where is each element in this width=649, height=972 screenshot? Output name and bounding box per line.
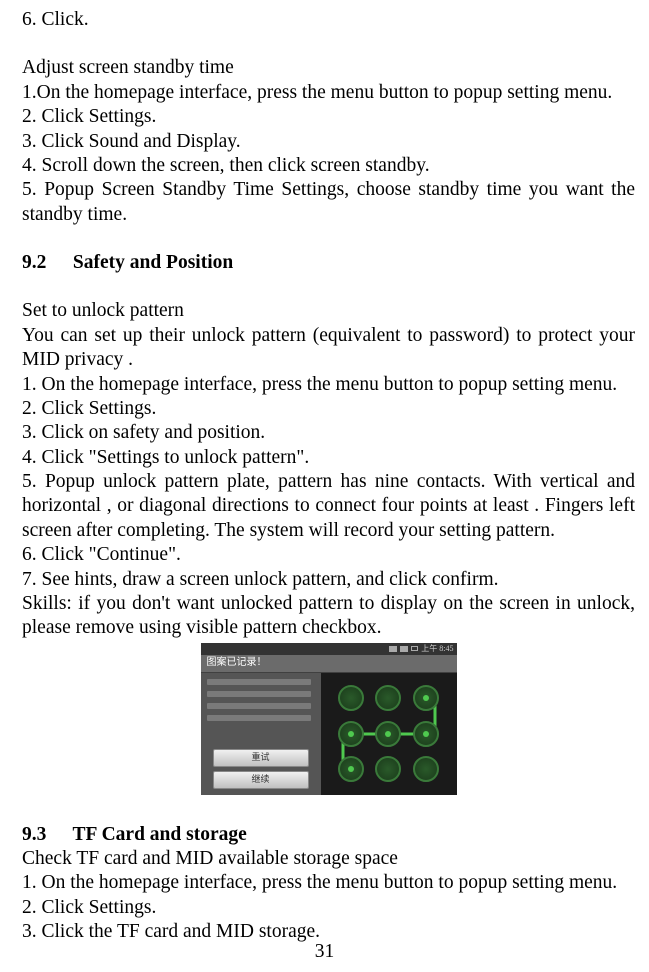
unlock-intro: You can set up their unlock pattern (equ… <box>22 324 635 373</box>
page-number: 31 <box>0 940 649 964</box>
adjust-standby-heading: Adjust screen standby time <box>22 56 635 80</box>
instruction-stripe <box>207 691 311 697</box>
pattern-dot <box>338 721 364 747</box>
adjust-step-3: 3. Click Sound and Display. <box>22 130 635 154</box>
adjust-step-5: 5. Popup Screen Standby Time Settings, c… <box>22 178 635 227</box>
section-9-2-title: Safety and Position <box>73 252 233 273</box>
pattern-dot <box>338 685 364 711</box>
section-9-2-heading: 9.2 Safety and Position <box>22 251 635 275</box>
pattern-grid <box>333 681 445 787</box>
unlock-step-1: 1. On the homepage interface, press the … <box>22 373 635 397</box>
adjust-step-2: 2. Click Settings. <box>22 105 635 129</box>
retry-button: 重试 <box>213 749 309 767</box>
pattern-dot <box>375 756 401 782</box>
instruction-stripe <box>207 715 311 721</box>
instruction-stripe <box>207 679 311 685</box>
step-6-click: 6. Click. <box>22 8 635 32</box>
pattern-dot <box>375 685 401 711</box>
unlock-step-6: 6. Click "Continue". <box>22 543 635 567</box>
pattern-dot <box>413 721 439 747</box>
instruction-lines <box>207 679 311 721</box>
section-9-3-number: 9.3 <box>22 823 68 847</box>
unlock-step-7: 7. See hints, draw a screen unlock patte… <box>22 568 635 592</box>
unlock-step-4: 4. Click "Settings to unlock pattern". <box>22 446 635 470</box>
pattern-dot <box>375 721 401 747</box>
phone-title-text: 图案已记录！ <box>201 655 457 672</box>
phone-screenshot: 上午 8:45 图案已记录！ 重试 继续 <box>201 643 457 795</box>
section-9-3-heading: 9.3 TF Card and storage <box>22 823 635 847</box>
unlock-heading: Set to unlock pattern <box>22 299 635 323</box>
adjust-step-4: 4. Scroll down the screen, then click sc… <box>22 154 635 178</box>
tf-heading: Check TF card and MID available storage … <box>22 847 635 871</box>
pattern-panel <box>321 673 457 795</box>
battery-icon <box>411 646 418 651</box>
pattern-dot <box>413 685 439 711</box>
signal-icon <box>389 646 397 652</box>
status-time: 上午 8:45 <box>421 644 453 654</box>
tf-step-2: 2. Click Settings. <box>22 896 635 920</box>
section-9-3-title: TF Card and storage <box>73 824 247 845</box>
pattern-dot <box>338 756 364 782</box>
continue-button: 继续 <box>213 771 309 789</box>
phone-status-bar: 上午 8:45 <box>201 643 457 655</box>
unlock-skills: Skills: if you don't want unlocked patte… <box>22 592 635 641</box>
adjust-step-1: 1.On the homepage interface, press the m… <box>22 81 635 105</box>
pattern-dot <box>413 756 439 782</box>
instruction-stripe <box>207 703 311 709</box>
phone-title-bar: 图案已记录！ <box>201 655 457 673</box>
unlock-step-5: 5. Popup unlock pattern plate, pattern h… <box>22 470 635 543</box>
unlock-step-2: 2. Click Settings. <box>22 397 635 421</box>
unlock-step-3: 3. Click on safety and position. <box>22 421 635 445</box>
wifi-icon <box>400 646 408 652</box>
phone-left-panel: 重试 继续 <box>201 673 321 795</box>
tf-step-1: 1. On the homepage interface, press the … <box>22 871 635 895</box>
section-9-2-number: 9.2 <box>22 251 68 275</box>
